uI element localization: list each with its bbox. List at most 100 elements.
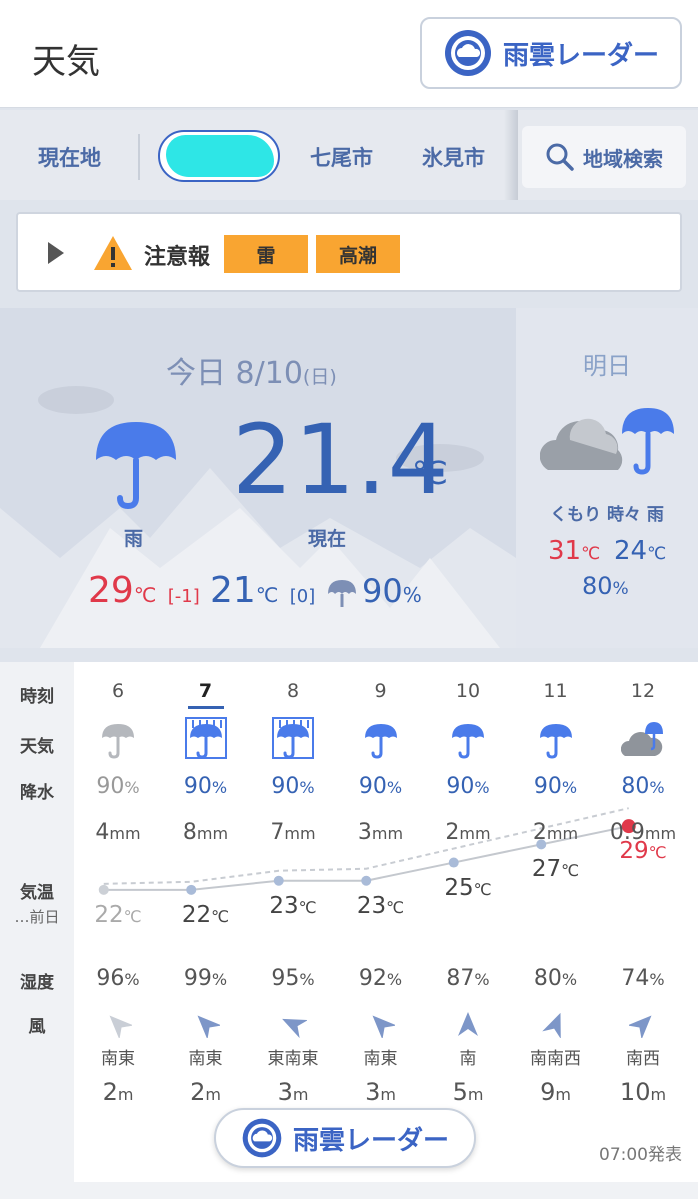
row-label-precip: 降水 [20, 783, 54, 803]
hour-precip-amount: 3mm [357, 820, 404, 845]
hour-precip-chance: 90% [96, 774, 140, 799]
hour-humidity: 96% [96, 966, 140, 991]
rain-radar-label: 雨雲レーダー [502, 40, 659, 71]
umbrella-gray-icon [102, 724, 134, 759]
umbrella-icon [96, 422, 176, 510]
hour-temperature: 29℃ [619, 838, 667, 865]
hour-precip-chance: 90% [358, 774, 403, 799]
today-low-value: 21 [210, 570, 256, 611]
hour-humidity: 74% [621, 966, 665, 991]
hour-column: 8 90% 7mm 23℃ 95% 東南東 3m [249, 662, 337, 1182]
small-umbrella-icon [328, 580, 356, 607]
cloud-umbrella-icon [621, 722, 663, 756]
search-icon [546, 143, 574, 171]
tomorrow-high: 31℃ [548, 536, 600, 566]
region-search-label: 地域検索 [583, 146, 663, 171]
hour-precip-chance: 90% [271, 774, 315, 799]
redaction-mark [166, 135, 274, 177]
hourly-grid[interactable]: 6 90% 4mm 22℃ 96% 南東 2m 7 90% 8mm 22℃ 99% 南東 2m 8 90% 7m… [74, 662, 698, 1182]
today-high-unit: ℃ [133, 583, 157, 607]
hour-precip-amount: 4mm [95, 820, 141, 845]
hour-column: 9 90% 3mm 23℃ 92% 南東 3m [337, 662, 425, 1182]
hour-humidity: 80% [533, 966, 578, 991]
floating-rain-radar-button[interactable]: 雨雲レーダー [214, 1108, 476, 1168]
hour-column: 7 90% 8mm 22℃ 99% 南東 2m [162, 662, 250, 1182]
hour-wind-direction: 南東 [188, 1049, 223, 1069]
cloud-umbrella-icon [540, 408, 674, 475]
floating-rain-radar-label: 雨雲レーダー [292, 1125, 449, 1156]
expand-triangle-icon[interactable] [48, 242, 64, 264]
today-date: 今日 8/10(日) [166, 348, 337, 392]
today-date-text: 今日 8/10 [166, 356, 303, 391]
hour-wind-direction: 南 [459, 1049, 477, 1069]
today-weather-label: 雨 [124, 528, 144, 550]
tomorrow-panel[interactable]: 明日 くもり 時々 雨 31℃ 24℃ 80% [516, 308, 698, 648]
hour-precip-chance: 90% [446, 774, 490, 799]
location-nanao[interactable]: 七尾市 [310, 142, 373, 172]
row-label-prev-day: …前日 [14, 908, 60, 926]
advisory-tag-thunder: 雷 [224, 235, 308, 273]
location-current[interactable]: 現在地 [38, 142, 101, 172]
location-selected[interactable] [158, 130, 280, 182]
current-hour-marker [187, 706, 224, 709]
today-rain-value: 90 [362, 572, 403, 610]
hour-humidity: 99% [183, 966, 228, 991]
location-himi[interactable]: 氷見市 [422, 142, 485, 172]
tomorrow-rain-unit: % [612, 579, 629, 599]
hour-precip-chance: 90% [533, 774, 578, 799]
hour-temperature: 23℃ [356, 892, 405, 919]
hour-wind-direction: 南西 [626, 1049, 660, 1069]
current-temperature-unit: ℃ [412, 454, 448, 492]
heavy-rain-umbrella-icon [272, 717, 314, 759]
row-label-wind: 風 [28, 1017, 46, 1037]
hour-column: 12 80% 0.9mm 29℃ 74% 南西 10m [599, 662, 687, 1182]
hour-temperature: 27℃ [531, 856, 580, 883]
row-label-temp: 気温 [20, 883, 54, 903]
location-divider [138, 134, 140, 180]
hour-time: 11 [543, 680, 568, 702]
advisory-banner[interactable]: 注意報 雷 高潮 [16, 212, 682, 292]
hour-wind-direction: 南東 [363, 1049, 398, 1069]
region-search-button[interactable]: 地域検索 [522, 126, 686, 188]
hour-time: 10 [455, 680, 481, 702]
tomorrow-low-value: 24 [614, 536, 648, 566]
hour-humidity: 87% [446, 966, 490, 991]
hour-precip-amount: 7mm [270, 820, 316, 845]
tomorrow-high-unit: ℃ [581, 544, 601, 564]
advisory-tag-storm-surge: 高潮 [316, 235, 400, 273]
rain-radar-button[interactable]: 雨雲レーダー [420, 17, 682, 89]
wind-arrow-icon [541, 1012, 561, 1038]
hour-temperature: 25℃ [444, 874, 492, 901]
hour-temperature: 22℃ [181, 901, 230, 928]
tomorrow-weather: くもり 時々 雨 [550, 505, 664, 525]
radar-icon [444, 30, 491, 76]
umbrella-icon [364, 724, 397, 759]
hour-wind-direction: 東南東 [267, 1049, 319, 1069]
hour-time: 7 [198, 680, 213, 702]
heavy-rain-umbrella-icon [184, 717, 227, 759]
advisory-title: 注意報 [144, 245, 211, 270]
today-high-diff: [-1] [167, 586, 200, 607]
row-label-weather: 天気 [20, 737, 54, 757]
today-low-unit: ℃ [255, 583, 279, 607]
hour-precip-amount: 8mm [182, 820, 229, 845]
hour-temperature: 23℃ [269, 892, 317, 919]
tomorrow-high-value: 31 [548, 536, 582, 566]
hour-wind-speed: 2m [190, 1078, 221, 1106]
today-panel: 今日 8/10(日) 雨 21.4 ℃ 現在 29℃ [-1] 21℃ [0] … [0, 308, 516, 648]
today-rain-chance: 90% [362, 572, 422, 610]
scroll-fade [504, 110, 518, 200]
hour-precip-amount: 2mm [445, 820, 491, 845]
hour-time: 8 [286, 680, 300, 702]
hour-wind-speed: 9m [540, 1078, 571, 1106]
wind-arrow-icon [629, 1015, 652, 1038]
hour-wind-direction: 南東 [101, 1049, 135, 1069]
warning-icon [94, 236, 132, 270]
hour-time: 9 [374, 680, 387, 702]
hour-temperature: 22℃ [94, 901, 142, 928]
page-title: 天気 [32, 42, 100, 82]
wind-arrow-icon [372, 1015, 395, 1038]
row-label-time: 時刻 [20, 687, 54, 707]
hour-humidity: 95% [271, 966, 315, 991]
wind-arrow-icon [282, 1018, 307, 1038]
